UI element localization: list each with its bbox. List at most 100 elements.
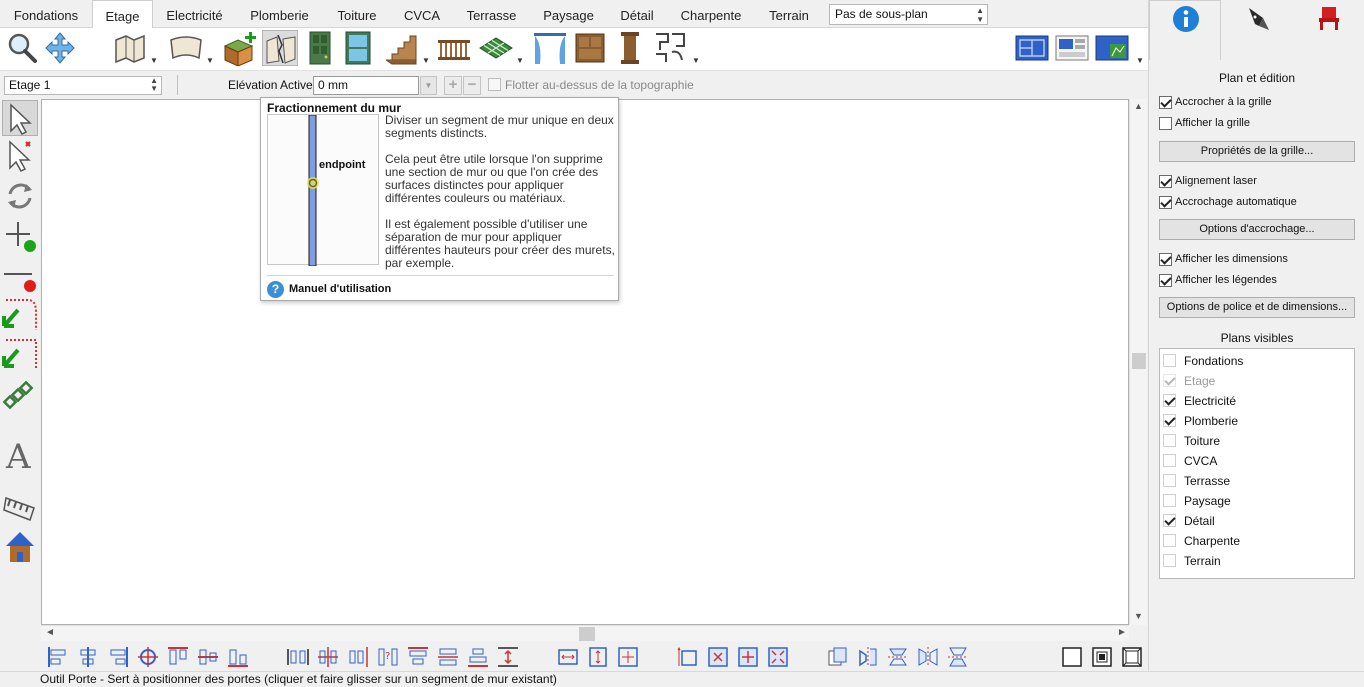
tab-detail[interactable]: Détail	[607, 0, 667, 28]
scroll-thumb[interactable]	[579, 627, 595, 641]
match-height-icon[interactable]	[676, 645, 700, 669]
house-icon[interactable]	[2, 528, 38, 564]
help-icon[interactable]: ?	[267, 281, 284, 298]
curtain-icon[interactable]	[532, 30, 568, 66]
align-left-icon[interactable]	[46, 645, 70, 669]
grid-properties-button[interactable]: Propriétés de la grille...	[1159, 141, 1355, 162]
space-vertical-icon[interactable]	[496, 645, 520, 669]
chevron-up-icon[interactable]: ▲	[1134, 101, 1143, 111]
tab-terrasse[interactable]: Terrasse	[453, 0, 530, 28]
elevation-input[interactable]: 0 mm	[313, 76, 419, 95]
zoom-icon[interactable]	[4, 30, 40, 66]
list-item[interactable]: Toiture	[1162, 432, 1352, 450]
list-item[interactable]: CVCA	[1162, 452, 1352, 470]
copy-icon[interactable]	[826, 645, 850, 669]
distribute-edge-icon[interactable]	[346, 645, 370, 669]
center-icon[interactable]	[136, 645, 160, 669]
font-dimensions-button[interactable]: Options de police et de dimensions...	[1159, 297, 1355, 318]
remove-point-icon[interactable]	[2, 258, 38, 294]
stack-v-icon[interactable]	[406, 645, 430, 669]
list-item[interactable]: Plomberie	[1162, 412, 1352, 430]
tab-fondations[interactable]: Fondations	[0, 0, 92, 28]
tab-electricite[interactable]: Electricité	[153, 0, 236, 28]
tab-drafting[interactable]	[1221, 0, 1293, 60]
plan-view-icon[interactable]	[1014, 30, 1050, 66]
shrink-icon[interactable]	[766, 645, 790, 669]
snap-options-button[interactable]: Options d'accrochage...	[1159, 219, 1355, 240]
fillet-icon[interactable]	[2, 336, 38, 372]
align-middle-icon[interactable]	[196, 645, 220, 669]
pan-icon[interactable]	[42, 30, 78, 66]
reflect-top-icon[interactable]	[886, 645, 910, 669]
stairs-icon[interactable]	[382, 30, 418, 66]
curved-wall-icon[interactable]	[168, 30, 204, 66]
tab-paysage[interactable]: Paysage	[530, 0, 607, 28]
tab-plomberie[interactable]: Plomberie	[236, 0, 323, 28]
chevron-down-icon[interactable]: ▼	[1134, 611, 1143, 621]
chevron-down-icon[interactable]: ▼	[1136, 56, 1144, 65]
floor-tile-icon[interactable]	[478, 30, 514, 66]
rotate-icon[interactable]	[2, 178, 38, 214]
reflect-left-icon[interactable]	[856, 645, 880, 669]
tab-terrain[interactable]: Terrain	[755, 0, 823, 28]
align-center-v-icon[interactable]	[76, 645, 100, 669]
tab-toiture[interactable]: Toiture	[323, 0, 391, 28]
chevron-down-icon[interactable]: ▼	[206, 56, 214, 65]
text-icon[interactable]: A	[2, 436, 38, 477]
break-line-icon[interactable]	[2, 296, 38, 332]
layout-view-icon[interactable]	[1054, 30, 1090, 66]
multi-select-icon[interactable]	[2, 138, 38, 174]
list-item[interactable]: Electricité	[1162, 392, 1352, 410]
distribute-h-icon[interactable]	[286, 645, 310, 669]
floor-select[interactable]: Etage 1 ▲ ▼	[4, 76, 162, 95]
chain-icon[interactable]	[2, 378, 38, 414]
chevron-down-icon[interactable]: ▼	[422, 56, 430, 65]
chevron-down-icon[interactable]: ▼	[516, 56, 524, 65]
cabinet-icon[interactable]	[572, 30, 608, 66]
stack-bottom-icon[interactable]	[466, 645, 490, 669]
list-item[interactable]: Détail	[1162, 512, 1352, 530]
distribute-center-icon[interactable]	[316, 645, 340, 669]
3d-view-icon[interactable]	[1094, 30, 1130, 66]
subplan-select[interactable]: Pas de sous-plan ▲ ▼	[829, 4, 988, 25]
plus-button[interactable]: +	[444, 76, 462, 95]
room-add-icon[interactable]	[222, 30, 258, 67]
shapes-icon[interactable]	[652, 30, 688, 66]
tab-info[interactable]	[1149, 0, 1221, 60]
horizontal-scrollbar[interactable]: ◄ ►	[41, 625, 1129, 641]
reflect-bottom-icon[interactable]	[946, 645, 970, 669]
window-icon[interactable]	[340, 30, 376, 66]
reflect-right-icon[interactable]	[916, 645, 940, 669]
door-icon[interactable]	[302, 30, 338, 66]
user-manual-link[interactable]: Manuel d'utilisation	[289, 283, 391, 295]
chevron-left-icon[interactable]: ◄	[45, 627, 55, 638]
list-item[interactable]: Terrain	[1162, 552, 1352, 570]
list-item[interactable]: Charpente	[1162, 532, 1352, 550]
box-inner-icon[interactable]	[1090, 645, 1114, 669]
tab-etage[interactable]: Etage	[92, 0, 153, 29]
expand-icon[interactable]	[736, 645, 760, 669]
match-center-icon[interactable]	[706, 645, 730, 669]
float-checkbox[interactable]	[488, 78, 501, 91]
tab-furniture[interactable]	[1293, 0, 1364, 60]
box-icon[interactable]	[1060, 645, 1084, 669]
minus-button[interactable]: −	[463, 76, 481, 95]
spacing-question-icon[interactable]: ?	[376, 645, 400, 669]
tab-cvca[interactable]: CVCA	[391, 0, 453, 28]
chevron-down-icon[interactable]: ▼	[420, 76, 437, 95]
add-point-icon[interactable]	[2, 218, 38, 254]
select-arrow-icon[interactable]	[2, 100, 38, 136]
chevron-down-icon[interactable]: ▼	[692, 56, 700, 65]
stack-center-icon[interactable]	[436, 645, 460, 669]
align-bottom-icon[interactable]	[226, 645, 250, 669]
wall-tool-icon[interactable]	[112, 30, 148, 66]
list-item[interactable]: Terrasse	[1162, 472, 1352, 490]
camera-film-icon[interactable]	[2, 490, 38, 526]
resize-both-icon[interactable]	[616, 645, 640, 669]
resize-height-icon[interactable]	[586, 645, 610, 669]
scroll-thumb[interactable]	[1132, 353, 1146, 369]
chevron-down-icon[interactable]: ▼	[150, 56, 158, 65]
tab-charpente[interactable]: Charpente	[667, 0, 755, 28]
align-right-icon[interactable]	[106, 645, 130, 669]
align-top-icon[interactable]	[166, 645, 190, 669]
